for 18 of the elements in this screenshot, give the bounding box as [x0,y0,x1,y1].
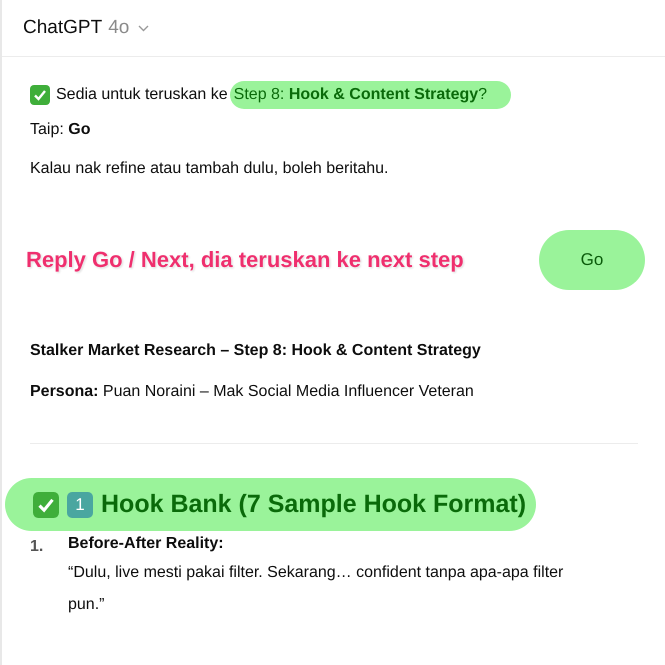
chevron-down-icon[interactable] [138,24,150,32]
item-label: Before-After Reality: [68,534,225,554]
reply-bubble[interactable]: Go [539,230,645,290]
persona-text: Persona: Puan Noraini – Mak Social Media Influencer Veteran [30,382,475,402]
quote-text: “Dulu, live mesti pakai filter. Sekarang… confident tanpa apa-apa filter pun.” [68,563,564,615]
list-number: 1. [30,537,44,557]
response-title: Stalker Market Research – Step 8: Hook & Content Strategy [30,341,482,361]
highlighted-text: Step 8: Hook & Content Strategy? [230,81,512,109]
model-selector[interactable]: 4o [108,17,130,39]
instruction-text: Taip: Go [30,120,92,140]
check-mark-icon [33,492,59,518]
check-mark-icon [30,85,50,105]
app-title[interactable]: ChatGPT [23,17,102,39]
message-text: Kalau nak refine atau tambah dulu, boleh beritahu. [30,159,390,179]
message-text: Sedia untuk teruskan ke [56,85,228,105]
number-keycap: 1 [67,492,93,518]
section-heading: Hook Bank (7 Sample Hook Format) [101,490,526,519]
annotation-text: Reply Go / Next, dia teruskan ke next step [26,247,464,273]
